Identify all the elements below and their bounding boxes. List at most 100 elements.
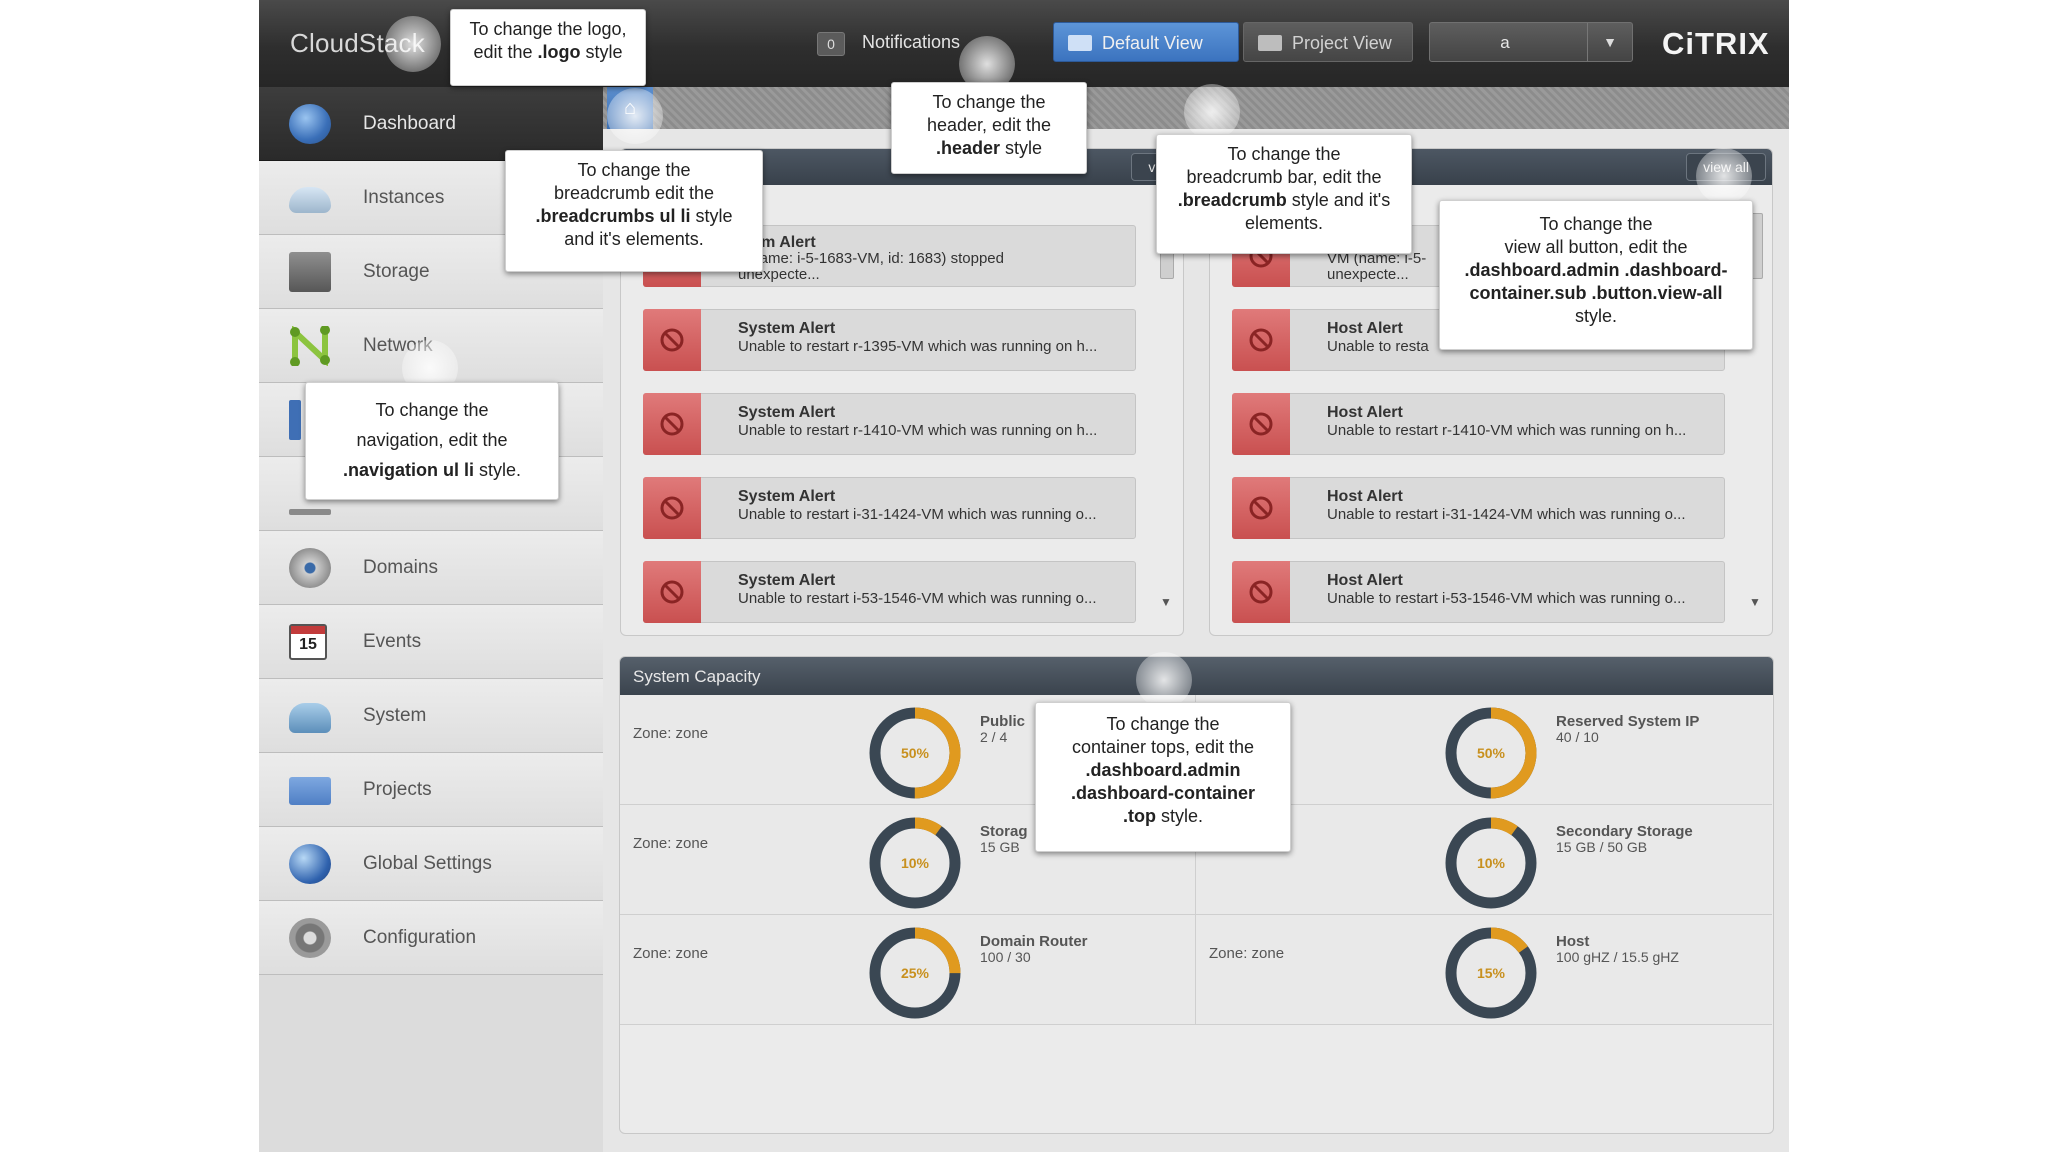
panel-header: System Capacity bbox=[620, 657, 1773, 695]
hotspot-dot[interactable] bbox=[385, 16, 441, 72]
scroll-down-icon[interactable]: ▼ bbox=[1749, 595, 1761, 609]
storage-icon bbox=[289, 252, 331, 292]
nav-item-configuration[interactable]: Configuration bbox=[259, 901, 603, 975]
gear-icon bbox=[289, 918, 331, 958]
zone-label: Zone: zone bbox=[633, 835, 709, 852]
cloudstack-app: CloudStack 0 Notifications Default View … bbox=[259, 0, 1789, 1152]
alert-item[interactable]: Host Alert Unable to restart i-31-1424-V… bbox=[1232, 477, 1725, 539]
capacity-donut: 10% bbox=[1445, 817, 1537, 909]
folder-icon bbox=[1068, 35, 1092, 51]
folder-icon bbox=[289, 777, 331, 805]
nav-item-events[interactable]: 15 Events bbox=[259, 605, 603, 679]
alert-item[interactable]: System Alert Unable to restart i-31-1424… bbox=[643, 477, 1136, 539]
zone-label: Zone: zone bbox=[1209, 945, 1285, 962]
alert-title: System Alert bbox=[738, 404, 836, 421]
zone-label: Zone: zone bbox=[633, 725, 709, 742]
nav-label: Configuration bbox=[363, 927, 477, 948]
alert-icon bbox=[643, 309, 701, 371]
tooltip-text: navigation, edit the bbox=[356, 430, 508, 450]
hotspot-dot[interactable] bbox=[1136, 652, 1192, 708]
capacity-name: Public bbox=[980, 713, 1026, 730]
tooltip-text: style bbox=[690, 206, 733, 226]
nav-label: Global Settings bbox=[363, 853, 492, 874]
dashboard-icon bbox=[289, 104, 331, 144]
capacity-donut: 50% bbox=[1445, 707, 1537, 799]
tooltip-container-tops: To change the container tops, edit the .… bbox=[1035, 702, 1291, 852]
scrollbar[interactable]: ▼ bbox=[1157, 209, 1175, 609]
alert-item[interactable]: Host Alert Unable to restart i-53-1546-V… bbox=[1232, 561, 1725, 623]
notifications-link[interactable]: Notifications bbox=[862, 32, 960, 53]
calendar-icon: 15 bbox=[289, 624, 327, 660]
tooltip-text: To change the bbox=[1227, 144, 1341, 164]
nav-item-domains[interactable]: Domains bbox=[259, 531, 603, 605]
alert-item[interactable]: System Alert Unable to restart r-1395-VM… bbox=[643, 309, 1136, 371]
tooltip-code: .dashboard.admin .dashboard- bbox=[1464, 260, 1728, 280]
tooltip-text: To change the bbox=[577, 160, 691, 180]
alert-item[interactable]: System Alert Unable to restart i-53-1546… bbox=[643, 561, 1136, 623]
capacity-name: Domain Router bbox=[980, 933, 1088, 950]
capacity-donut: 15% bbox=[1445, 927, 1537, 1019]
scroll-down-icon[interactable]: ▼ bbox=[1160, 595, 1172, 609]
tooltip-text: To change the bbox=[1539, 214, 1653, 234]
alert-description: unexpecte... bbox=[738, 266, 820, 283]
tooltip-code: .header bbox=[935, 138, 1000, 158]
alert-title: System Alert bbox=[738, 572, 836, 589]
alert-item[interactable]: System Alert Unable to restart r-1410-VM… bbox=[643, 393, 1136, 455]
tooltip-code: .dashboard-container bbox=[1070, 783, 1256, 803]
domains-icon bbox=[289, 548, 331, 588]
capacity-name: Reserved System IP bbox=[1556, 713, 1700, 730]
alert-description: / (name: i-5-1683-VM, id: 1683) stopped bbox=[738, 250, 1004, 267]
capacity-cell: Zone: zone 25% Domain Router 100 / 30 bbox=[620, 915, 1196, 1025]
alert-icon bbox=[1232, 309, 1290, 371]
donut-percent-label: 25% bbox=[901, 965, 930, 981]
alert-icon bbox=[643, 477, 701, 539]
alert-description: Unable to restart i-31-1424-VM which was… bbox=[738, 506, 1097, 523]
zone-label: Zone: zone bbox=[633, 945, 709, 962]
tooltip-text: style. bbox=[1155, 806, 1203, 826]
donut-percent-label: 10% bbox=[1477, 855, 1506, 871]
tooltip-breadcrumbs: To change the breadcrumb edit the .bread… bbox=[505, 150, 763, 272]
alert-title: Host Alert bbox=[1327, 320, 1403, 337]
alert-description: Unable to restart i-53-1546-VM which was… bbox=[738, 590, 1097, 607]
calendar-day: 15 bbox=[299, 636, 317, 653]
alert-icon bbox=[1232, 561, 1290, 623]
tooltip-text: breadcrumb bar, edit the bbox=[1186, 167, 1382, 187]
alert-title: Host Alert bbox=[1327, 572, 1403, 589]
user-dropdown[interactable]: a ▼ bbox=[1429, 22, 1633, 62]
nav-item-system[interactable]: System bbox=[259, 679, 603, 753]
globe-icon bbox=[289, 844, 331, 884]
capacity-value: 40 / 10 bbox=[1556, 729, 1599, 745]
alert-description: Unable to restart i-31-1424-VM which was… bbox=[1327, 506, 1686, 523]
hotspot-dot[interactable] bbox=[1696, 148, 1752, 204]
capacity-value: 100 / 30 bbox=[980, 949, 1031, 965]
citrix-logo: CiTRIX bbox=[1662, 26, 1770, 61]
tooltip-text: To change the logo, bbox=[469, 19, 627, 39]
hotspot-dot[interactable] bbox=[1184, 84, 1240, 140]
tooltip-text: style bbox=[1000, 138, 1043, 158]
tooltip-text: and it's elements. bbox=[564, 229, 704, 249]
chevron-down-icon[interactable]: ▼ bbox=[1587, 23, 1632, 61]
tooltip-view-all: To change the view all button, edit the … bbox=[1439, 200, 1753, 350]
project-view-button[interactable]: Project View bbox=[1243, 22, 1413, 62]
nav-label: Storage bbox=[363, 261, 430, 282]
hotspot-dot[interactable] bbox=[607, 88, 663, 144]
alert-description: Unable to restart r-1395-VM which was ru… bbox=[738, 338, 1098, 355]
alert-item[interactable]: Host Alert Unable to restart r-1410-VM w… bbox=[1232, 393, 1725, 455]
tooltip-logo: To change the logo, edit the .logo style bbox=[450, 9, 646, 86]
alert-title: System Alert bbox=[738, 488, 836, 505]
capacity-donut: 10% bbox=[869, 817, 961, 909]
tooltip-code: .breadcrumbs ul li bbox=[535, 206, 691, 226]
capacity-donut: 50% bbox=[869, 707, 961, 799]
default-view-label: Default View bbox=[1102, 33, 1203, 53]
nav-item-projects[interactable]: Projects bbox=[259, 753, 603, 827]
nav-label: Events bbox=[363, 631, 422, 652]
capacity-name: Secondary Storage bbox=[1556, 823, 1693, 840]
tooltip-code: .breadcrumb bbox=[1177, 190, 1287, 210]
default-view-button[interactable]: Default View bbox=[1053, 22, 1239, 62]
capacity-name: Storag bbox=[980, 823, 1028, 840]
nav-item-global-settings[interactable]: Global Settings bbox=[259, 827, 603, 901]
tooltip-text: edit the bbox=[473, 42, 538, 62]
alert-title: Host Alert bbox=[1327, 488, 1403, 505]
notifications-count-badge[interactable]: 0 bbox=[817, 32, 845, 56]
donut-percent-label: 50% bbox=[901, 745, 930, 761]
